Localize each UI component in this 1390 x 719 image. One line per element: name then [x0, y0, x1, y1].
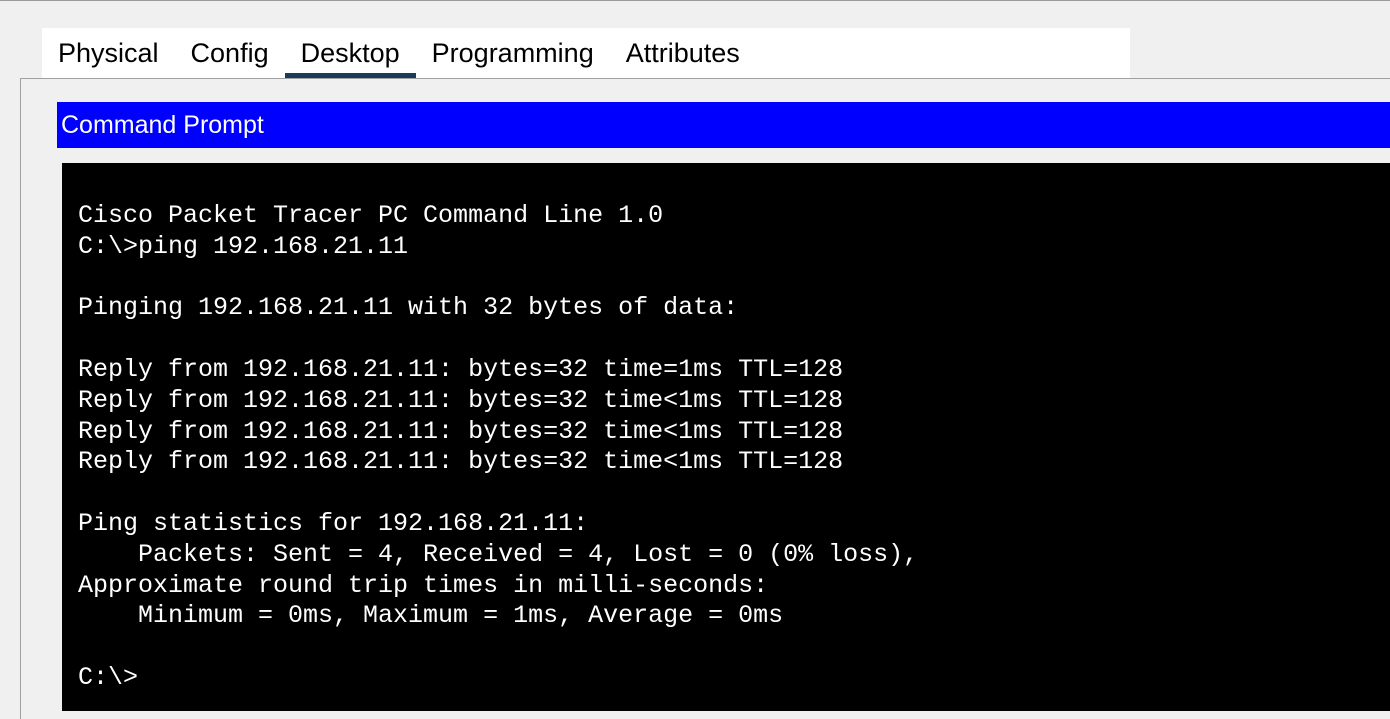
terminal-line: Approximate round trip times in milli-se… [78, 570, 769, 600]
terminal-line: Packets: Sent = 4, Received = 4, Lost = … [78, 539, 919, 569]
tab-attributes[interactable]: Attributes [610, 28, 756, 78]
tab-physical[interactable]: Physical [42, 28, 175, 78]
window-top-edge [0, 0, 1390, 6]
terminal-line: C:\>ping 192.168.21.11 [78, 231, 409, 261]
terminal-line: Reply from 192.168.21.11: bytes=32 time<… [78, 416, 844, 446]
tab-label: Desktop [300, 37, 400, 68]
tab-bar: Physical Config Desktop Programming Attr… [42, 28, 1130, 78]
packet-tracer-pc-window: Physical Config Desktop Programming Attr… [0, 0, 1390, 719]
tab-config[interactable]: Config [175, 28, 285, 78]
tab-label: Programming [431, 37, 594, 68]
terminal-line: Pinging 192.168.21.11 with 32 bytes of d… [78, 293, 739, 323]
terminal-line: C:\> [78, 662, 139, 692]
tab-label: Physical [58, 37, 159, 68]
terminal-line: Reply from 192.168.21.11: bytes=32 time<… [78, 447, 844, 477]
terminal-line: Ping statistics for 192.168.21.11: [78, 508, 589, 538]
command-prompt-terminal[interactable]: Cisco Packet Tracer PC Command Line 1.0 … [62, 163, 1390, 711]
terminal-line: Reply from 192.168.21.11: bytes=32 time<… [78, 385, 844, 415]
terminal-line: Reply from 192.168.21.11: bytes=32 time=… [78, 354, 844, 384]
terminal-line: Minimum = 0ms, Maximum = 1ms, Average = … [78, 601, 784, 631]
tab-desktop[interactable]: Desktop [284, 28, 416, 78]
terminal-output: Cisco Packet Tracer PC Command Line 1.0 … [78, 201, 918, 694]
command-prompt-title: Command Prompt [61, 110, 264, 139]
command-prompt-title-bar: Command Prompt [57, 102, 1390, 148]
tab-label: Config [190, 37, 269, 68]
tab-programming[interactable]: Programming [416, 28, 610, 78]
tab-label: Attributes [625, 37, 740, 68]
terminal-line: Cisco Packet Tracer PC Command Line 1.0 [78, 201, 664, 230]
